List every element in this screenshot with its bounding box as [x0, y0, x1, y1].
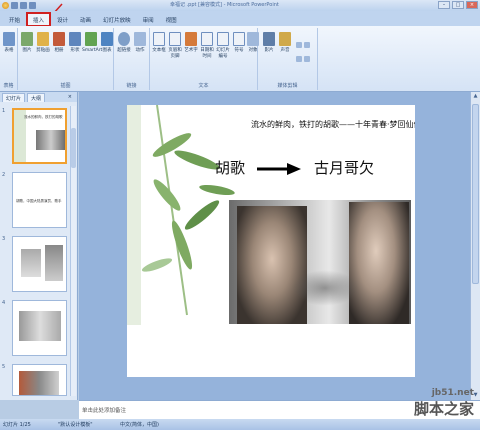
language-indicator: 中文(简体，中国) [120, 422, 159, 428]
date-time-button[interactable]: 日期和时间 [200, 32, 214, 60]
slide-thumbnail-number: 5 [2, 364, 6, 370]
group-media-clips: 影片 声音 媒体剪辑 [258, 28, 318, 90]
small-dot-icon [296, 42, 302, 48]
group-links: 超链接 动作 链接 [114, 28, 150, 90]
window-title: 幸福记 .ppt [兼容模式] - Microsoft PowerPoint [170, 2, 279, 8]
redo-icon[interactable] [29, 2, 36, 9]
slide-thumbnail[interactable]: 流水的鲜肉，铁打的胡歌 [12, 108, 67, 164]
slide-number-button[interactable]: 幻灯片编号 [216, 32, 230, 60]
group-text: 文本框 页眉和页脚 艺术字 日期和时间 幻灯片编号 符号 对象 文本 [150, 28, 259, 90]
tab-slide-show[interactable]: 幻灯片放映 [98, 14, 136, 26]
slides-panel: 幻灯片 大纲 × 1 流水的鲜肉，铁打的胡歌 2 胡歌，中国大陆男演员、歌手 3… [0, 92, 78, 400]
slide-count: 幻灯片 1/25 [3, 422, 31, 428]
tab-outline[interactable]: 大纲 [27, 93, 46, 102]
watermark: jb51.net 脚本之家 [414, 388, 474, 419]
minimize-button[interactable]: – [438, 1, 450, 9]
slide-thumbnail[interactable] [12, 236, 67, 292]
photo-album-button[interactable]: 相册 [52, 32, 66, 54]
slide-subtitle: 流水的鲜肉，铁打的胡歌——十年青春·梦回仙侠 [251, 120, 415, 129]
movie-button[interactable]: 影片 [262, 32, 276, 54]
tab-slides[interactable]: 幻灯片 [2, 93, 26, 102]
status-bar: 幻灯片 1/25 "默认设计模板" 中文(简体，中国) [0, 419, 480, 430]
undo-icon[interactable] [20, 2, 27, 9]
title-bar: 幸福记 .ppt [兼容模式] - Microsoft PowerPoint –… [0, 0, 480, 11]
tab-animations[interactable]: 动画 [75, 14, 96, 26]
notes-placeholder: 单击此处添加备注 [82, 408, 127, 414]
scroll-up-icon[interactable]: ▲ [472, 93, 479, 100]
wordart-button[interactable]: 艺术字 [184, 32, 198, 54]
table-button[interactable]: 表格 [2, 32, 16, 54]
slide-thumbnail-number: 2 [2, 172, 6, 178]
clip-art-button[interactable]: 剪贴画 [36, 32, 50, 54]
smartart-button[interactable]: SmartArt [82, 32, 102, 54]
thumbnail-photo [19, 371, 59, 395]
slide-thumbnail[interactable] [12, 300, 67, 356]
panel-tabs: 幻灯片 大纲 × [0, 92, 77, 102]
tab-design[interactable]: 设计 [52, 14, 73, 26]
thumbnail-title: 流水的鲜肉，铁打的胡歌 [24, 115, 63, 119]
slide-heading-left: 胡歌 [215, 159, 246, 177]
sound-button[interactable]: 声音 [278, 32, 292, 54]
calligraphy-decoration [291, 270, 359, 306]
thumbnail-photo [19, 311, 61, 341]
thumbnail-title: 胡歌，中国大陆男演员、歌手 [16, 199, 62, 203]
portrait-left [237, 206, 307, 324]
scroll-thumb[interactable] [71, 128, 76, 168]
group-label-links: 链接 [126, 83, 137, 89]
chart-button[interactable]: 图表 [100, 32, 114, 54]
group-label-text: 文本 [198, 83, 209, 89]
slide-thumbnail-number: 4 [2, 300, 6, 306]
small-dot-icon [304, 56, 310, 62]
maximize-button[interactable]: □ [452, 1, 464, 9]
small-dot-icon [304, 42, 310, 48]
slide-heading-right: 古月哥欠 [314, 159, 375, 177]
action-button[interactable]: 动作 [133, 32, 147, 54]
slide-thumbnail-number: 3 [2, 236, 6, 242]
tab-view[interactable]: 视图 [161, 14, 182, 26]
theme-name: "默认设计模板" [58, 422, 93, 428]
slide-thumbnail[interactable]: 胡歌，中国大陆男演员、歌手 [12, 172, 67, 228]
arrow-right-icon [257, 163, 301, 175]
scroll-thumb[interactable] [472, 104, 479, 284]
close-button[interactable]: × [466, 1, 478, 9]
slide-work-area: 流水的鲜肉，铁打的胡歌——十年青春·梦回仙侠 胡歌 古月哥欠 ▲ ▼ [79, 92, 480, 400]
ribbon-tabs: 开始 插入 设计 动画 幻灯片放映 审阅 视图 [0, 11, 480, 27]
tab-home[interactable]: 开始 [4, 14, 25, 26]
text-box-button[interactable]: 文本框 [152, 32, 166, 54]
ribbon: 表格 表格 图片 剪贴画 相册 形状 SmartArt 图表 插图 超链接 动作… [0, 26, 480, 92]
thumbnail-photo [21, 249, 41, 277]
slide-photo [229, 200, 411, 324]
bamboo-decoration [127, 105, 235, 325]
close-icon[interactable]: × [65, 93, 75, 102]
group-illustrations: 图片 剪贴画 相册 形状 SmartArt 图表 插图 [18, 28, 114, 90]
thumbnail-photo [36, 130, 65, 150]
header-footer-button[interactable]: 页眉和页脚 [168, 32, 182, 60]
quick-access-toolbar [2, 2, 36, 9]
vertical-scrollbar[interactable]: ▲ ▼ [470, 92, 480, 400]
shapes-button[interactable]: 形状 [68, 32, 82, 54]
group-label-media-clips: 媒体剪辑 [277, 83, 298, 89]
thumbnail-photo [45, 245, 63, 281]
office-button-icon[interactable] [2, 2, 9, 9]
hyperlink-button[interactable]: 超链接 [117, 32, 131, 54]
tab-review[interactable]: 审阅 [138, 14, 159, 26]
save-icon[interactable] [11, 2, 18, 9]
panel-scrollbar[interactable] [70, 106, 76, 396]
tab-insert[interactable]: 插入 [26, 12, 52, 27]
group-label-tables: 表格 [3, 83, 14, 89]
picture-button[interactable]: 图片 [20, 32, 34, 54]
watermark-url: jb51.net [431, 388, 474, 398]
group-tables: 表格 表格 [0, 28, 18, 90]
watermark-name: 脚本之家 [413, 400, 474, 418]
slide-thumbnail-number: 1 [2, 108, 6, 114]
small-dot-icon [296, 56, 302, 62]
slide-canvas[interactable]: 流水的鲜肉，铁打的胡歌——十年青春·梦回仙侠 胡歌 古月哥欠 [127, 105, 415, 377]
slide-thumbnail[interactable] [12, 364, 67, 396]
symbol-button[interactable]: 符号 [232, 32, 246, 54]
group-label-illustrations: 插图 [60, 83, 71, 89]
